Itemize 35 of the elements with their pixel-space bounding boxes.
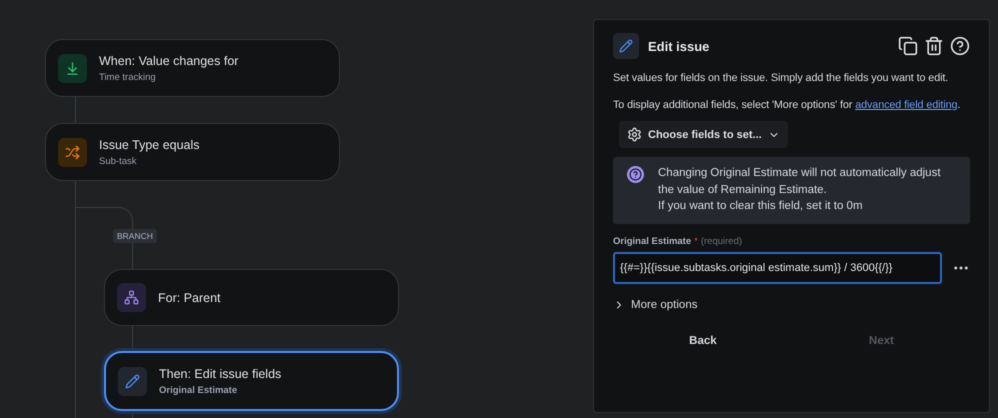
settings-icon	[627, 127, 642, 142]
node-icon	[118, 366, 147, 396]
node-title: For: Parent	[158, 290, 221, 304]
copy-icon[interactable]	[898, 36, 918, 56]
panel-title: Edit issue	[648, 38, 710, 54]
node-icon	[117, 283, 146, 312]
estimate-input[interactable]: {{#=}}{{issue.subtasks.original estimate.sum}} / 3600{{/}}	[613, 252, 942, 284]
node-icon	[58, 54, 87, 82]
description: Set values for fields on the issue. Simply add the fields you want to edit.	[613, 71, 950, 86]
field-label: Original Estimate	[613, 236, 692, 246]
branch-label: BRANCH	[113, 229, 157, 243]
help-icon	[627, 166, 644, 183]
node-title: Then: Edit issue fields	[159, 366, 282, 380]
required-mark: *	[694, 236, 698, 246]
node-icon	[58, 138, 87, 166]
notice-text: Changing Original Estimate will not automatically adjust the value of Remaining Estimate.	[658, 166, 942, 198]
hint-text: To display additional fields, select 'More options' for advanced field editing.	[613, 98, 962, 113]
node-title: Issue Type equals	[99, 138, 200, 152]
choose-fields-button[interactable]: Choose fields to set...	[619, 121, 788, 148]
node-subtitle: Sub-task	[99, 156, 138, 166]
more-options-toggle[interactable]: More options	[613, 296, 698, 312]
rule-node[interactable]: Then: Edit issue fields Original Estimate	[104, 351, 399, 411]
rule-node[interactable]: For: Parent	[104, 269, 399, 326]
node-subtitle: Original Estimate	[159, 384, 238, 396]
nav-button[interactable]: Back	[677, 328, 729, 352]
delete-icon[interactable]	[924, 36, 944, 56]
notice-text: If you want to clear this field, set it to 0m	[658, 199, 864, 214]
rule-node[interactable]: Issue Type equals Sub-task	[45, 123, 340, 181]
required-note: (required)	[700, 236, 742, 246]
advanced-editing-link[interactable]: advanced field editing	[855, 99, 958, 111]
node-title: When: Value changes for	[99, 54, 238, 68]
node-subtitle: Time tracking	[99, 72, 157, 82]
rule-node[interactable]: When: Value changes for Time tracking	[45, 39, 340, 97]
help-icon[interactable]	[950, 36, 970, 56]
pencil-icon	[613, 33, 639, 59]
